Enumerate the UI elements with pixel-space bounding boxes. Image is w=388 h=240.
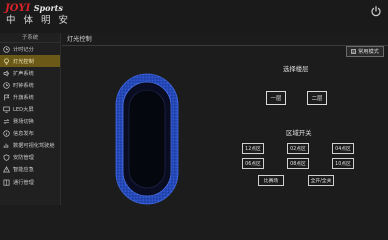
sidebar-item-label: 灯光控制 bbox=[13, 58, 34, 65]
sidebar-item-2[interactable]: 灯光控制 bbox=[0, 55, 60, 68]
zone-02-button[interactable]: 02点区 bbox=[287, 143, 309, 154]
brand-logo: JOYI Sports 中 体 明 安 bbox=[5, 2, 71, 30]
sidebar-item-label: 数据可视化驾驶舱 bbox=[13, 143, 55, 150]
zone-10-button[interactable]: 10点区 bbox=[332, 158, 354, 169]
sidebar-item-6[interactable]: LED大屏 bbox=[0, 103, 60, 115]
logo-brand: JOYI bbox=[5, 3, 31, 14]
flag-icon bbox=[4, 94, 10, 101]
logo-wordmark: JOYI Sports bbox=[5, 2, 63, 15]
all-on-off-button[interactable]: 全开/全关 bbox=[308, 175, 334, 186]
logo-sports: Sports bbox=[33, 3, 63, 13]
sidebar-item-label: 智能应急 bbox=[13, 167, 34, 174]
logo-subtitle: 中 体 明 安 bbox=[6, 15, 71, 26]
speaker-icon bbox=[3, 70, 9, 77]
sidebar-item-11[interactable]: 智能应急 bbox=[0, 164, 60, 176]
mode-icon bbox=[351, 49, 356, 54]
sidebar-item-label: 扩声系统 bbox=[13, 70, 34, 77]
main-panel: 灯光控制 常用模式 选择楼层 一层 二层 区域开关 12点区 02点区 04点区… bbox=[62, 33, 388, 205]
sidebar-item-label: 信息发布 bbox=[13, 131, 34, 138]
zone-12-button[interactable]: 12点区 bbox=[242, 143, 264, 154]
sidebar-item-label: 升旗系统 bbox=[13, 94, 34, 101]
clock-icon bbox=[3, 45, 10, 53]
inner-field bbox=[128, 89, 166, 189]
title-divider bbox=[62, 45, 388, 46]
zone-08-button[interactable]: 08点区 bbox=[287, 158, 309, 169]
sidebar-item-7[interactable]: 赛场切换 bbox=[0, 116, 60, 128]
sidebar-item-4[interactable]: 时钟系统 bbox=[0, 79, 60, 91]
gate-icon bbox=[3, 179, 10, 186]
sidebar-item-1[interactable]: 计时记分 bbox=[0, 43, 60, 55]
sidebar-item-12[interactable]: 通行管理 bbox=[0, 176, 60, 188]
sidebar-item-label: LED大屏 bbox=[13, 107, 34, 114]
switch-icon bbox=[3, 119, 10, 125]
sidebar-item-3[interactable]: 扩声系统 bbox=[0, 67, 60, 79]
floor-section-label: 选择楼层 bbox=[283, 65, 309, 73]
stadium-map[interactable] bbox=[115, 73, 179, 205]
lightbulb-icon bbox=[4, 58, 9, 65]
shield-icon bbox=[3, 154, 10, 162]
subsystem-sidebar: 子系统 计时记分灯光控制扩声系统时钟系统升旗系统 LED大屏赛场切换信息发布数据可… bbox=[0, 33, 61, 205]
competition-field-button[interactable]: 比赛场 bbox=[258, 175, 284, 186]
common-mode-label: 常用模式 bbox=[358, 49, 379, 55]
floor-2-button[interactable]: 二层 bbox=[307, 91, 327, 105]
sidebar-menu: 计时记分灯光控制扩声系统时钟系统升旗系统 LED大屏赛场切换信息发布数据可视化驾驶… bbox=[0, 43, 60, 188]
sidebar-title: 子系统 bbox=[0, 33, 60, 43]
floor-1-button[interactable]: 一层 bbox=[266, 91, 286, 105]
sidebar-item-label: 赛场切换 bbox=[13, 119, 34, 126]
sidebar-item-label: 通行管理 bbox=[13, 179, 34, 186]
sidebar-item-5[interactable]: 升旗系统 bbox=[0, 91, 60, 103]
monitor-icon bbox=[3, 106, 10, 113]
info-icon bbox=[3, 130, 10, 137]
clock-icon bbox=[3, 82, 10, 89]
app-header: JOYI Sports 中 体 明 安 bbox=[0, 0, 388, 33]
zone-06-button[interactable]: 06点区 bbox=[242, 158, 264, 169]
sidebar-item-label: 时钟系统 bbox=[13, 82, 34, 89]
chart-icon bbox=[3, 143, 9, 149]
power-icon[interactable] bbox=[370, 5, 382, 17]
page-title: 灯光控制 bbox=[67, 36, 92, 43]
sidebar-item-10[interactable]: 安防管理 bbox=[0, 152, 60, 164]
sidebar-item-label: 计时记分 bbox=[13, 46, 34, 53]
sidebar-item-8[interactable]: 信息发布 bbox=[0, 128, 60, 140]
zone-section-label: 区域开关 bbox=[286, 129, 312, 137]
sidebar-item-9[interactable]: 数据可视化驾驶舱 bbox=[0, 140, 60, 152]
zone-04-button[interactable]: 04点区 bbox=[332, 143, 354, 154]
common-mode-button[interactable]: 常用模式 bbox=[346, 46, 384, 57]
sidebar-item-label: 安防管理 bbox=[13, 155, 34, 162]
alert-icon bbox=[3, 166, 10, 173]
